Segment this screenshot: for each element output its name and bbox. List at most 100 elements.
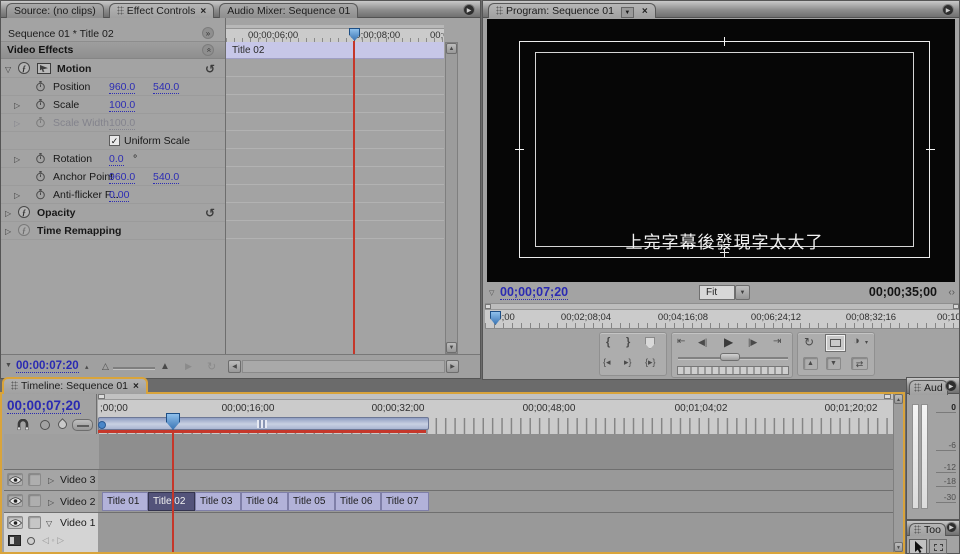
panel-menu-icon[interactable]: ▶: [946, 522, 957, 533]
tab-timeline[interactable]: Timeline: Sequence 01×: [2, 377, 148, 394]
close-icon[interactable]: ×: [642, 6, 648, 17]
panel-menu-icon[interactable]: ▶: [463, 4, 475, 16]
clip-title-04[interactable]: Title 04: [241, 492, 288, 511]
jog-disk[interactable]: [677, 366, 789, 375]
tab-audio-mixer[interactable]: Audio Mixer: Sequence 01: [219, 3, 358, 18]
work-area-bar[interactable]: [98, 417, 429, 430]
anti-flicker-value[interactable]: 0.00: [109, 189, 129, 202]
ec-mini-ruler[interactable]: 00;00;06;00 00;00;08;00 00;00: [226, 25, 444, 42]
timeline-ruler[interactable]: ;00;00 00;00;16;00 00;00;32;00 00;00;48;…: [98, 394, 893, 434]
stopwatch-icon[interactable]: [36, 99, 45, 110]
top-center-handle[interactable]: [724, 37, 725, 46]
track-lock-toggle[interactable]: [28, 473, 41, 486]
set-in-point-icon[interactable]: {: [606, 336, 610, 348]
goto-previous-edit-icon[interactable]: ⇤: [677, 336, 685, 347]
view-bar-right-handle[interactable]: [884, 394, 891, 399]
view-bar-left-handle[interactable]: [485, 304, 491, 309]
clip-title-03[interactable]: Title 03: [195, 492, 241, 511]
step-forward-icon[interactable]: |▶: [748, 337, 757, 348]
zoom-out-icon[interactable]: ▴: [85, 363, 89, 371]
track-lock-toggle[interactable]: [28, 494, 41, 507]
work-area-grip[interactable]: [257, 420, 267, 428]
goto-next-edit-icon[interactable]: ⇥: [773, 336, 781, 347]
encore-chapter-marker-icon[interactable]: [40, 420, 50, 430]
set-out-point-icon[interactable]: }: [626, 336, 630, 348]
zoom-select-arrow-icon[interactable]: ▼: [735, 285, 750, 300]
expand-triangle-icon[interactable]: ▷: [14, 191, 20, 200]
ec-row-motion[interactable]: ▽ ƒ Motion ↺: [1, 60, 225, 78]
track-video2-lane[interactable]: Title 01 Title 02 Title 03 Title 04 Titl…: [98, 491, 893, 513]
anchor-crosshair-icon[interactable]: [724, 248, 725, 257]
extract-button[interactable]: ▼: [826, 357, 841, 370]
zoom-slider-thumb[interactable]: △: [102, 361, 109, 372]
set-marker-icon[interactable]: [645, 337, 655, 349]
anchor-x-value[interactable]: 960.0: [109, 171, 135, 184]
track-visibility-toggle[interactable]: [7, 516, 23, 529]
tab-audio-meters[interactable]: Aud: [909, 380, 948, 395]
tab-effect-controls[interactable]: Effect Controls×: [109, 3, 215, 18]
panel-menu-icon[interactable]: ▶: [945, 380, 957, 392]
monitor-menu-icon[interactable]: ▼: [621, 7, 634, 18]
anchor-y-value[interactable]: 540.0: [153, 171, 179, 184]
collapse-section-icon[interactable]: »: [202, 44, 214, 56]
expand-triangle-icon[interactable]: ▷: [14, 119, 20, 128]
play-in-to-out-icon[interactable]: {▸}: [645, 357, 656, 368]
track-video1-lane[interactable]: [98, 513, 893, 552]
goto-out-point-icon[interactable]: ▸}: [624, 357, 632, 368]
loop-icon[interactable]: ↻: [207, 360, 216, 373]
expand-triangle-icon[interactable]: ▷: [5, 209, 11, 218]
clip-title-05[interactable]: Title 05: [288, 492, 335, 511]
scroll-left-icon[interactable]: ◀: [228, 360, 241, 373]
safe-margins-button[interactable]: [826, 335, 845, 351]
stopwatch-icon[interactable]: [36, 189, 45, 200]
tab-program[interactable]: Program: Sequence 01 ▼ ×: [488, 3, 656, 18]
selection-tool-button[interactable]: [909, 539, 927, 554]
chevron-down-icon[interactable]: ▼: [5, 362, 12, 369]
shuttle-slider-thumb[interactable]: [720, 353, 740, 361]
ec-vertical-scrollbar[interactable]: ▲ ▼: [445, 42, 458, 354]
output-button[interactable]: ◑: [853, 335, 860, 347]
play-icon[interactable]: ▶: [724, 335, 733, 349]
expand-triangle-icon[interactable]: ▷: [14, 155, 20, 164]
track-select-tool-button[interactable]: [929, 539, 947, 554]
step-back-icon[interactable]: ◀|: [698, 337, 707, 348]
expand-triangle-icon[interactable]: ▷: [48, 498, 54, 507]
expand-triangle-icon[interactable]: ▷: [5, 227, 11, 236]
ec-horizontal-scrollbar[interactable]: [242, 360, 445, 373]
marker-menu-button[interactable]: [72, 419, 93, 431]
stopwatch-icon[interactable]: [36, 81, 45, 92]
play-audio-icon[interactable]: ▶: [185, 361, 192, 372]
reset-icon[interactable]: ↺: [205, 206, 215, 220]
track-visibility-toggle[interactable]: [7, 473, 23, 486]
timeline-vertical-scrollbar[interactable]: ▲ ▼: [893, 394, 903, 552]
stopwatch-icon[interactable]: [36, 153, 45, 164]
uniform-scale-checkbox[interactable]: ✓: [109, 135, 120, 146]
scroll-down-icon[interactable]: ▼: [894, 542, 903, 552]
position-x-value[interactable]: 960.0: [109, 81, 135, 94]
program-ruler[interactable]: 00;00 00;02;08;04 00;04;16;08 00;06;24;1…: [485, 303, 959, 328]
program-view-area-bar[interactable]: [485, 304, 959, 310]
timeline-current-timecode[interactable]: 00;00;07;20: [7, 398, 81, 414]
zoom-slider-track[interactable]: [113, 367, 155, 369]
keyframe-nav-icons[interactable]: ◁ ◦ ▷: [42, 535, 64, 546]
timeline-view-area-bar[interactable]: [98, 394, 893, 400]
position-y-value[interactable]: 540.0: [153, 81, 179, 94]
close-icon[interactable]: ×: [200, 6, 206, 17]
export-frame-button[interactable]: ⇄: [851, 357, 868, 370]
ec-section-header[interactable]: Video Effects »: [1, 42, 225, 59]
scroll-right-icon[interactable]: ▶: [446, 360, 459, 373]
show-hide-timeline-icon[interactable]: »: [202, 27, 214, 39]
track-visibility-toggle[interactable]: [7, 494, 23, 507]
output-caret-icon[interactable]: ▾: [865, 339, 868, 346]
effect-toggle-icon[interactable]: ƒ: [18, 62, 30, 74]
clip-title-07[interactable]: Title 07: [381, 492, 429, 511]
scroll-up-icon[interactable]: ▲: [894, 394, 903, 404]
scroll-up-icon[interactable]: ▲: [446, 43, 457, 54]
ec-current-timecode[interactable]: 00:00:07:20: [16, 360, 79, 373]
chevron-down-icon[interactable]: ▽: [489, 289, 494, 297]
unnumbered-marker-icon[interactable]: [56, 418, 69, 431]
set-display-style-icon[interactable]: [8, 535, 21, 546]
goto-in-point-icon[interactable]: {◂: [603, 357, 611, 368]
ec-row-time-remapping[interactable]: ▷ ƒ Time Remapping: [1, 222, 225, 240]
expand-triangle-icon[interactable]: ▷: [48, 476, 54, 485]
